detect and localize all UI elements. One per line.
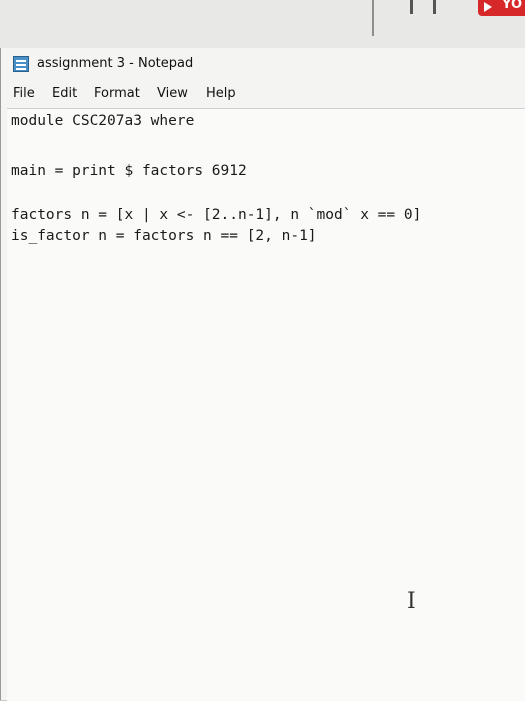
background-window: YO (0, 0, 525, 49)
notepad-window[interactable]: assignment 3 - Notepad File Edit Format … (0, 48, 525, 701)
menu-format[interactable]: Format (92, 86, 142, 101)
menu-help[interactable]: Help (204, 86, 238, 101)
menu-file[interactable]: File (11, 86, 37, 101)
code-line-1: module CSC207a3 where (11, 113, 195, 129)
text-editor[interactable]: module CSC207a3 where main = print $ fac… (7, 108, 525, 701)
background-menu-icon (410, 0, 436, 14)
window-title: assignment 3 - Notepad (37, 56, 194, 71)
background-divider (372, 0, 374, 36)
text-cursor-icon: I (407, 589, 416, 614)
youtube-badge[interactable]: YO (478, 0, 525, 16)
notepad-icon (13, 56, 29, 72)
code-line-5: factors n = [x | x <- [2..n-1], n `mod` … (11, 207, 422, 223)
menu-edit[interactable]: Edit (50, 86, 79, 101)
title-bar[interactable]: assignment 3 - Notepad (1, 48, 525, 82)
youtube-badge-text: YO (502, 0, 523, 12)
menu-bar: File Edit Format View Help (1, 84, 525, 108)
code-line-6: is_factor n = factors n == [2, n-1] (11, 228, 317, 244)
play-icon (484, 2, 492, 12)
menu-view[interactable]: View (155, 86, 190, 101)
code-line-3: main = print $ factors 6912 (11, 163, 247, 179)
